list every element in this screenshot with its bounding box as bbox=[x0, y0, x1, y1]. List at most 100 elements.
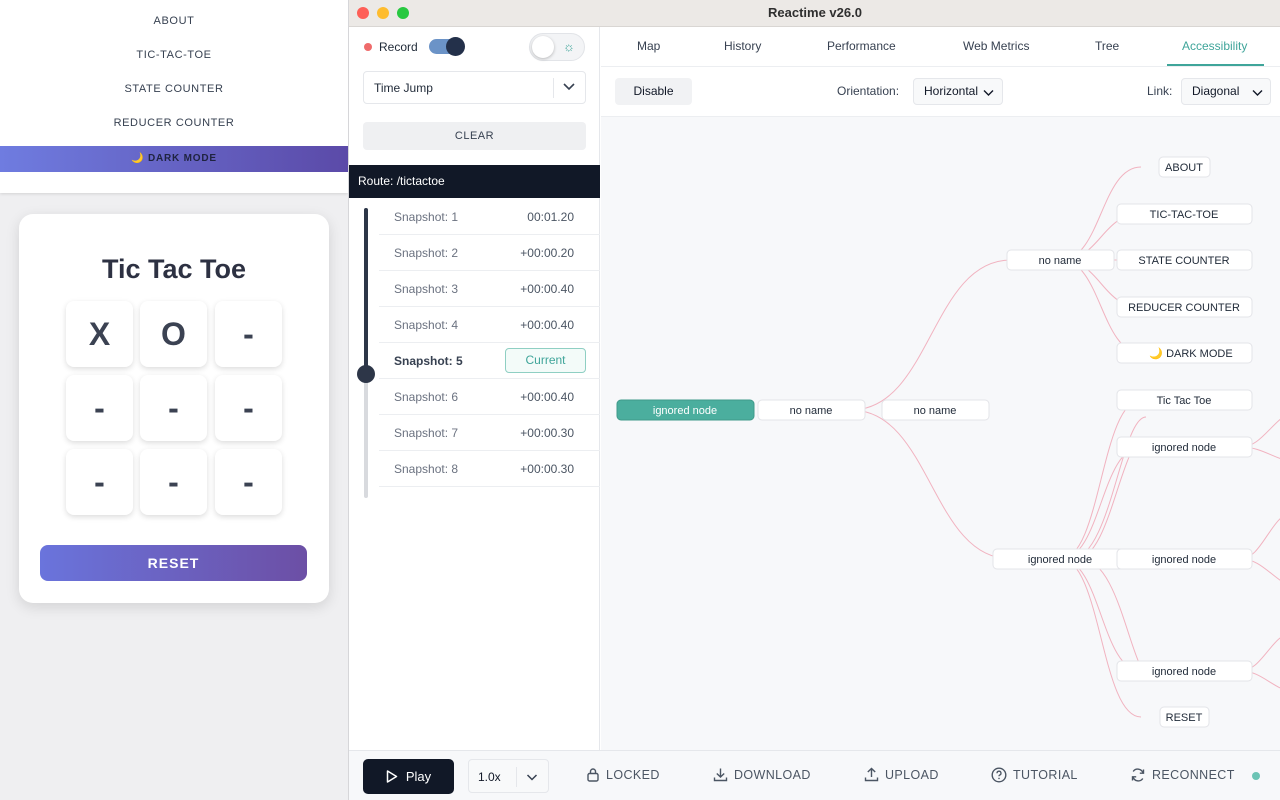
tutorial-label: TUTORIAL bbox=[1013, 768, 1078, 782]
accessibility-tree-canvas[interactable]: ignored node no name no name no name ign… bbox=[601, 117, 1280, 750]
tree-node[interactable]: STATE COUNTER bbox=[1116, 249, 1253, 271]
title-bar: Reactime v26.0 bbox=[349, 0, 1280, 27]
tree-node[interactable]: Tic Tac Toe bbox=[1116, 389, 1253, 411]
link-label: Link: bbox=[1147, 84, 1173, 98]
tree-node[interactable]: ignored node bbox=[1116, 436, 1253, 458]
nav-link-state-counter[interactable]: STATE COUNTER bbox=[0, 83, 348, 95]
board-cell[interactable]: - bbox=[215, 375, 282, 441]
tab-map[interactable]: Map bbox=[637, 39, 660, 53]
tree-node-label: ignored node bbox=[1152, 442, 1216, 454]
board-cell[interactable]: - bbox=[66, 449, 133, 515]
link-select[interactable]: Diagonal bbox=[1181, 78, 1271, 105]
play-button[interactable]: Play bbox=[363, 759, 454, 794]
upload-button[interactable]: UPLOAD bbox=[864, 767, 939, 782]
lock-icon bbox=[587, 768, 599, 782]
accessibility-toolbar: Disable Orientation: Horizontal Link: Di… bbox=[601, 67, 1280, 117]
snapshot-time: +00:00.40 bbox=[520, 318, 574, 332]
tree-node-label: TIC-TAC-TOE bbox=[1150, 209, 1219, 221]
theme-toggle[interactable]: ☼ bbox=[529, 33, 585, 61]
reconnect-label: RECONNECT bbox=[1152, 768, 1235, 782]
nav-link-about[interactable]: ABOUT bbox=[0, 15, 348, 27]
play-icon bbox=[386, 770, 398, 783]
demo-nav: ABOUT TIC-TAC-TOE STATE COUNTER REDUCER … bbox=[0, 0, 348, 193]
demo-app: ABOUT TIC-TAC-TOE STATE COUNTER REDUCER … bbox=[0, 0, 348, 800]
snapshot-row-current[interactable]: Snapshot: 5 Current bbox=[379, 343, 600, 379]
orientation-select[interactable]: Horizontal bbox=[913, 78, 1003, 105]
upload-label: UPLOAD bbox=[885, 767, 939, 782]
tree-node[interactable]: ABOUT bbox=[1158, 156, 1211, 178]
reset-button[interactable]: RESET bbox=[40, 545, 307, 581]
snapshot-row[interactable]: Snapshot: 7 +00:00.30 bbox=[379, 415, 600, 451]
tab-history[interactable]: History bbox=[724, 39, 761, 53]
timeline-slider-fill bbox=[364, 208, 368, 376]
snapshot-row[interactable]: Snapshot: 3 +00:00.40 bbox=[379, 271, 600, 307]
tree-node-root[interactable]: ignored node bbox=[616, 399, 755, 421]
snapshot-row[interactable]: Snapshot: 8 +00:00.30 bbox=[379, 451, 600, 487]
tree-node[interactable]: 🌙 DARK MODE bbox=[1116, 342, 1253, 364]
board-cell[interactable]: - bbox=[215, 301, 282, 367]
snapshot-name: Snapshot: 8 bbox=[394, 462, 459, 476]
board-cell[interactable]: - bbox=[66, 375, 133, 441]
snapshot-row[interactable]: Snapshot: 6 +00:00.40 bbox=[379, 379, 600, 415]
speed-value: 1.0x bbox=[478, 770, 501, 784]
tab-performance[interactable]: Performance bbox=[827, 39, 896, 53]
tree-nodes: ignored node no name no name no name ign… bbox=[616, 156, 1253, 728]
download-button[interactable]: DOWNLOAD bbox=[713, 767, 811, 782]
tree-node[interactable]: no name bbox=[1006, 249, 1115, 271]
record-indicator-icon bbox=[364, 43, 372, 51]
download-icon bbox=[713, 768, 728, 782]
tree-node-label: REDUCER COUNTER bbox=[1128, 302, 1240, 314]
bottom-toolbar: Play 1.0x LOCKED DOWNLOAD UPLOAD TUTORIA… bbox=[349, 750, 1280, 800]
sun-icon: ☼ bbox=[563, 39, 575, 54]
tree-node-label: no name bbox=[790, 405, 833, 417]
play-label: Play bbox=[405, 769, 432, 784]
accessibility-tree: ignored node no name no name no name ign… bbox=[616, 156, 1280, 728]
link-value: Diagonal bbox=[1192, 84, 1240, 98]
tab-web-metrics[interactable]: Web Metrics bbox=[963, 39, 1029, 53]
tree-node-label: no name bbox=[914, 405, 957, 417]
reconnect-button[interactable]: RECONNECT bbox=[1130, 767, 1235, 783]
snapshot-time: +00:00.40 bbox=[520, 282, 574, 296]
chevron-down-icon bbox=[1252, 90, 1263, 96]
record-toggle[interactable] bbox=[429, 37, 465, 56]
board-cell[interactable]: X bbox=[66, 301, 133, 367]
tree-node[interactable]: RESET bbox=[1159, 706, 1210, 728]
tree-node[interactable]: ignored node bbox=[1116, 548, 1253, 570]
board-cell[interactable]: - bbox=[140, 375, 207, 441]
board-cell[interactable]: O bbox=[140, 301, 207, 367]
tab-accessibility[interactable]: Accessibility bbox=[1182, 39, 1247, 53]
tree-node-label: Tic Tac Toe bbox=[1157, 395, 1212, 407]
chevron-down-icon bbox=[526, 774, 538, 781]
speed-select[interactable]: 1.0x bbox=[468, 759, 549, 793]
tree-node-label: ignored node bbox=[1152, 666, 1216, 678]
tree-node[interactable]: no name bbox=[757, 399, 866, 421]
timeline-slider-handle[interactable] bbox=[357, 365, 375, 383]
nav-link-reducer-counter[interactable]: REDUCER COUNTER bbox=[0, 117, 348, 129]
disable-button[interactable]: Disable bbox=[615, 78, 692, 105]
tree-node[interactable]: ignored node bbox=[992, 548, 1129, 570]
snapshot-row[interactable]: Snapshot: 4 +00:00.40 bbox=[379, 307, 600, 343]
orientation-label: Orientation: bbox=[837, 84, 900, 98]
tutorial-button[interactable]: TUTORIAL bbox=[991, 767, 1078, 783]
select-divider bbox=[553, 78, 554, 98]
snapshot-name: Snapshot: 1 bbox=[394, 210, 459, 224]
board-cell[interactable]: - bbox=[140, 449, 207, 515]
board-cell[interactable]: - bbox=[215, 449, 282, 515]
snapshot-row[interactable]: Snapshot: 2 +00:00.20 bbox=[379, 235, 600, 271]
snapshot-name: Snapshot: 3 bbox=[394, 282, 459, 296]
upload-icon bbox=[864, 767, 879, 782]
snapshot-name: Snapshot: 4 bbox=[394, 318, 459, 332]
chevron-down-icon bbox=[983, 90, 994, 96]
dark-mode-button[interactable]: 🌙 DARK MODE bbox=[0, 146, 348, 172]
snapshot-sidebar: Record ☼ Time Jump CLEAR Route: /tictact… bbox=[349, 27, 600, 750]
tree-node[interactable]: REDUCER COUNTER bbox=[1116, 296, 1253, 318]
mode-select[interactable]: Time Jump bbox=[363, 71, 586, 104]
tab-tree[interactable]: Tree bbox=[1095, 39, 1119, 53]
nav-link-tic-tac-toe[interactable]: TIC-TAC-TOE bbox=[0, 49, 348, 61]
snapshot-row[interactable]: Snapshot: 1 00:01.20 bbox=[379, 199, 600, 235]
locked-button[interactable]: LOCKED bbox=[586, 767, 660, 782]
tree-node[interactable]: no name bbox=[881, 399, 990, 421]
clear-button[interactable]: CLEAR bbox=[363, 122, 586, 150]
tree-node[interactable]: TIC-TAC-TOE bbox=[1116, 203, 1253, 225]
tree-node[interactable]: ignored node bbox=[1116, 660, 1253, 682]
